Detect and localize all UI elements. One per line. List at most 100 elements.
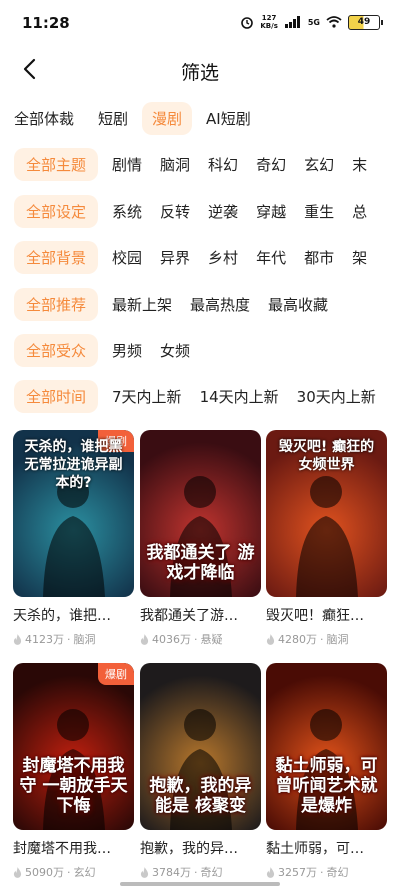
flame-icon — [266, 633, 275, 645]
drama-cover[interactable]: 我都通关了 游戏才降临 — [140, 430, 261, 597]
flame-icon — [266, 866, 275, 878]
filter-row: 全部主题 剧情 脑洞 科幻 奇幻 玄幻末 — [14, 147, 385, 181]
filter-option[interactable]: 剧情 — [112, 154, 142, 175]
filter-option[interactable]: 异界 — [160, 247, 190, 268]
filter-option[interactable]: 脑洞 — [160, 154, 190, 175]
cover-title-text: 天杀的，谁把黑无常拉进诡异副本的? — [24, 439, 123, 491]
filter-option[interactable]: 反转 — [160, 201, 190, 222]
flame-icon — [13, 633, 22, 645]
filter-option[interactable]: 穿越 — [256, 201, 286, 222]
filter-chip-all[interactable]: 全部时间 — [14, 379, 99, 413]
filter-option[interactable]: 最高收藏 — [268, 294, 328, 315]
separator-dot: · — [67, 632, 71, 646]
cover-title-text: 我都通关了 游戏才降临 — [146, 543, 255, 583]
drama-title[interactable]: 抱歉，我的异… — [140, 838, 261, 858]
filter-option[interactable]: 奇幻 — [256, 154, 286, 175]
tab-0[interactable]: 全部体裁 — [14, 102, 84, 135]
drama-meta: 4280万 · 脑洞 — [266, 631, 387, 647]
filter-row: 全部设定 系统 反转 逆袭 穿越 重生总 — [14, 194, 385, 228]
heat-count: 4036万 — [152, 633, 191, 646]
drama-title[interactable]: 黏土师弱，可… — [266, 838, 387, 858]
tab-1[interactable]: 短剧 — [88, 102, 138, 135]
drama-cover[interactable]: 黏土师弱，可曾听闻艺术就是爆炸 — [266, 663, 387, 830]
drama-title[interactable]: 天杀的，谁把… — [13, 605, 134, 625]
drama-meta: 3257万 · 奇幻 — [266, 864, 387, 880]
header: 筛选 — [0, 48, 400, 92]
status-time: 11:28 — [22, 14, 70, 32]
cover-title-text: 封魔塔不用我守 一朝放手天下悔 — [19, 756, 128, 816]
status-icons: 127 KB/s 5G 49 — [240, 14, 383, 30]
filter-option[interactable]: 校园 — [112, 247, 142, 268]
filter-option[interactable]: 总 — [352, 201, 367, 222]
filter-row: 全部时间 7天内上新 14天内上新 30天内上新 — [14, 379, 394, 413]
tab-3[interactable]: AI短剧 — [196, 102, 261, 135]
filter-row: 全部受众 男频 女频 — [14, 333, 208, 367]
filter-chip-all[interactable]: 全部背景 — [14, 240, 99, 274]
battery-indicator: 49 — [348, 14, 383, 30]
heat-count: 5090万 — [25, 866, 64, 879]
filter-chip-all[interactable]: 全部设定 — [14, 194, 99, 228]
drama-card[interactable]: 爆剧封魔塔不用我守 一朝放手天下悔封魔塔不用我… 5090万 · 玄幻 — [13, 663, 134, 880]
separator-dot: · — [320, 865, 324, 879]
drama-title[interactable]: 毁灭吧！癫狂… — [266, 605, 387, 625]
flame-icon — [140, 633, 149, 645]
drama-cover[interactable]: 爆剧 天杀的，谁把黑无常拉进诡异副本的? — [13, 430, 134, 597]
filter-option[interactable]: 最高热度 — [190, 294, 250, 315]
hot-badge: 爆剧 — [98, 663, 134, 685]
filter-option[interactable]: 男频 — [112, 340, 142, 361]
drama-meta: 4036万 · 悬疑 — [140, 631, 261, 647]
filter-option[interactable]: 玄幻 — [304, 154, 334, 175]
filter-option[interactable]: 科幻 — [208, 154, 238, 175]
filter-option[interactable]: 逆袭 — [208, 201, 238, 222]
genre-tag: 脑洞 — [326, 633, 349, 646]
page-title: 筛选 — [180, 62, 219, 84]
status-bar: 11:28 127 KB/s 5G 49 — [0, 0, 400, 48]
drama-meta: 3784万 · 奇幻 — [140, 864, 261, 880]
wifi-icon — [326, 16, 342, 28]
drama-card[interactable]: 黏土师弱，可曾听闻艺术就是爆炸黏土师弱，可… 3257万 · 奇幻 — [266, 663, 387, 880]
drama-title[interactable]: 我都通关了游… — [140, 605, 261, 625]
filter-option[interactable]: 都市 — [304, 247, 334, 268]
genre-tag: 玄幻 — [73, 866, 96, 879]
network-type: 5G — [307, 17, 320, 27]
tab-2[interactable]: 漫剧 — [142, 102, 193, 135]
separator-dot: · — [194, 865, 198, 879]
filter-option[interactable]: 女频 — [160, 340, 190, 361]
filter-option[interactable]: 最新上架 — [112, 294, 172, 315]
separator-dot: · — [67, 865, 71, 879]
drama-card[interactable]: 爆剧 天杀的，谁把黑无常拉进诡异副本的? 天杀的，谁把… 4123万 · 脑洞 — [13, 430, 134, 647]
filter-option[interactable]: 系统 — [112, 201, 142, 222]
drama-card[interactable]: 毁灭吧! 癫狂的女频世界毁灭吧！癫狂… 4280万 · 脑洞 — [266, 430, 387, 647]
alarm-icon — [241, 17, 254, 29]
cover-title-text: 抱歉，我的异能是 核聚变 — [149, 776, 252, 816]
filter-option[interactable]: 30天内上新 — [297, 386, 376, 407]
home-indicator[interactable] — [120, 882, 280, 886]
genre-tag: 奇幻 — [326, 866, 349, 879]
flame-icon — [13, 866, 22, 878]
signal-icon — [284, 16, 300, 28]
filter-option[interactable]: 乡村 — [208, 247, 238, 268]
drama-cover[interactable]: 爆剧封魔塔不用我守 一朝放手天下悔 — [13, 663, 134, 830]
filter-option[interactable]: 架 — [352, 247, 367, 268]
drama-card[interactable]: 抱歉，我的异能是 核聚变抱歉，我的异… 3784万 · 奇幻 — [140, 663, 261, 880]
filter-option[interactable]: 14天内上新 — [200, 386, 279, 407]
drama-title[interactable]: 封魔塔不用我… — [13, 838, 134, 858]
heat-count: 4280万 — [278, 633, 317, 646]
drama-cover[interactable]: 毁灭吧! 癫狂的女频世界 — [266, 430, 387, 597]
heat-count: 3257万 — [278, 866, 317, 879]
filter-option[interactable]: 重生 — [304, 201, 334, 222]
genre-tag: 悬疑 — [200, 633, 223, 646]
filter-option[interactable]: 年代 — [256, 247, 286, 268]
filter-option[interactable]: 末 — [352, 154, 367, 175]
filter-chip-all[interactable]: 全部受众 — [14, 333, 99, 367]
filter-row: 全部推荐 最新上架 最高热度 最高收藏 — [14, 287, 346, 321]
heat-count: 4123万 — [25, 633, 64, 646]
genre-tabs: 全部体裁 短剧 漫剧 AI短剧 — [14, 102, 265, 135]
filter-chip-all[interactable]: 全部推荐 — [14, 287, 99, 321]
drama-cover[interactable]: 抱歉，我的异能是 核聚变 — [140, 663, 261, 830]
separator-dot: · — [194, 632, 198, 646]
filter-chip-all[interactable]: 全部主题 — [14, 147, 99, 181]
drama-meta: 4123万 · 脑洞 — [13, 631, 134, 647]
filter-option[interactable]: 7天内上新 — [112, 386, 182, 407]
drama-card[interactable]: 我都通关了 游戏才降临我都通关了游… 4036万 · 悬疑 — [140, 430, 261, 647]
